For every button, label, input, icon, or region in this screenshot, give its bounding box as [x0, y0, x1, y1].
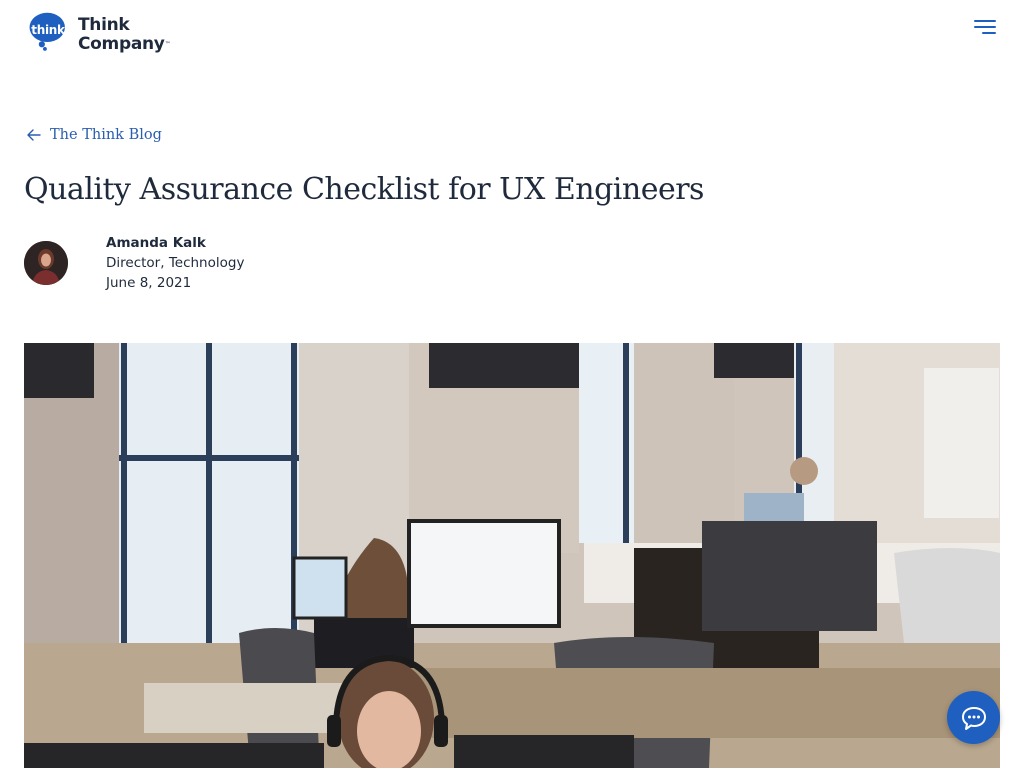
logo-line-1: Think — [78, 15, 130, 35]
author-role: Director, Technology — [106, 255, 245, 271]
back-link-label: The Think Blog — [50, 127, 162, 143]
hero-image — [24, 343, 1000, 768]
hamburger-menu-icon[interactable] — [970, 16, 1000, 40]
author-name[interactable]: Amanda Kalk — [106, 233, 206, 253]
chat-bubble-icon[interactable] — [947, 691, 1000, 744]
logo-bubble-text: think — [31, 23, 65, 37]
back-to-blog-link[interactable]: The Think Blog — [26, 127, 162, 143]
site-logo[interactable]: think Think Company™ — [24, 12, 184, 64]
author-avatar — [24, 241, 68, 285]
logo-wordmark: Think Company™ — [78, 15, 171, 54]
arrow-left-icon — [27, 129, 41, 141]
post-date: June 8, 2021 — [106, 275, 192, 291]
page-title: Quality Assurance Checklist for UX Engin… — [24, 172, 704, 207]
logo-line-2: Company™ — [78, 34, 171, 54]
